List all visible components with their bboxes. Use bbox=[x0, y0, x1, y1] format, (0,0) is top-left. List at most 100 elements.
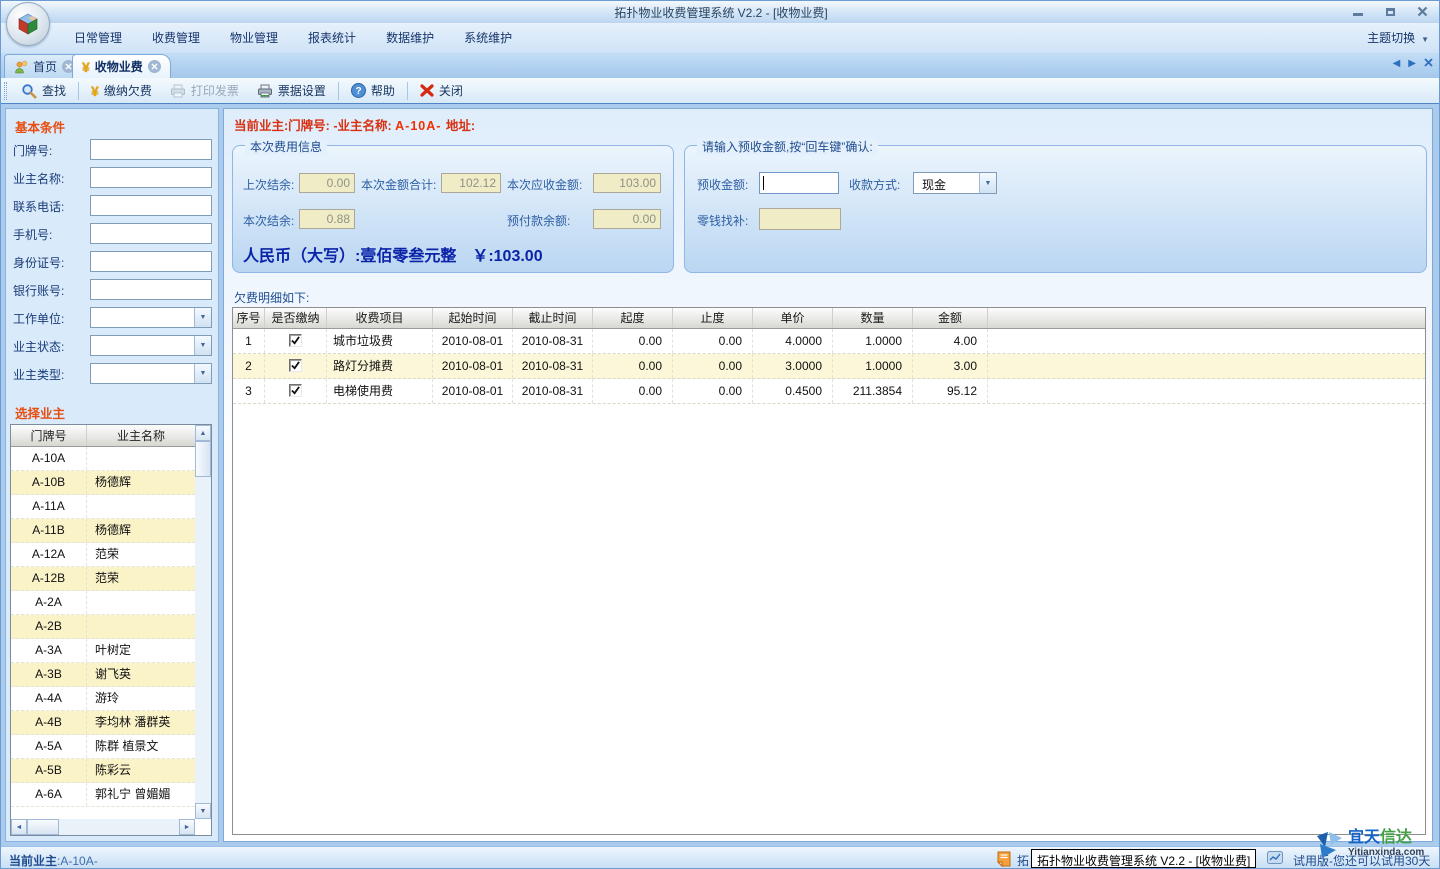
menu-item-0[interactable]: 日常管理 bbox=[59, 23, 137, 53]
owner-list-header-name[interactable]: 业主名称 bbox=[87, 425, 195, 446]
paid-checkbox[interactable] bbox=[289, 359, 302, 372]
menu-item-1[interactable]: 收费管理 bbox=[137, 23, 215, 53]
theme-switch-menu[interactable]: 主题切换▼ bbox=[1367, 23, 1429, 53]
id-number-field[interactable] bbox=[90, 251, 212, 272]
owner-house-number: A-6A bbox=[11, 783, 87, 806]
owner-house-number: A-2A bbox=[11, 591, 87, 614]
fee-column-header[interactable]: 数量 bbox=[833, 308, 913, 328]
menu-bar: 日常管理收费管理物业管理报表统计数据维护系统维护 主题切换▼ bbox=[1, 23, 1440, 53]
owner-row[interactable]: A-2B bbox=[11, 615, 195, 639]
owner-name: 游玲 bbox=[87, 687, 195, 710]
help-button[interactable]: ? 帮助 bbox=[342, 79, 404, 103]
statusbar-app-text: 拓 bbox=[1017, 852, 1029, 869]
prepaid-label: 预付款余额: bbox=[507, 212, 570, 229]
paid-checkbox[interactable] bbox=[289, 334, 302, 347]
owner-type-combo[interactable]: ▼ bbox=[90, 363, 212, 384]
tab-close-icon[interactable] bbox=[148, 60, 161, 73]
fee-column-header[interactable]: 起度 bbox=[593, 308, 673, 328]
fee-column-header[interactable]: 收费项目 bbox=[327, 308, 433, 328]
owner-house-number: A-12A bbox=[11, 543, 87, 566]
scroll-up-icon[interactable]: ▲ bbox=[195, 425, 211, 441]
fee-column-header[interactable]: 起始时间 bbox=[433, 308, 513, 328]
app-logo-icon[interactable] bbox=[6, 2, 50, 46]
printer-icon bbox=[170, 84, 186, 98]
menu-item-5[interactable]: 系统维护 bbox=[449, 23, 527, 53]
prepaid-value: 0.00 bbox=[593, 209, 661, 229]
owner-list-vscrollbar[interactable]: ▲ ▼ bbox=[195, 425, 211, 819]
owner-row[interactable]: A-12B范荣 bbox=[11, 567, 195, 591]
owner-row[interactable]: A-2A bbox=[11, 591, 195, 615]
bank-account-field[interactable] bbox=[90, 279, 212, 300]
maximize-button[interactable] bbox=[1379, 4, 1401, 19]
owner-status-combo[interactable]: ▼ bbox=[90, 335, 212, 356]
fee-column-header[interactable]: 是否缴纳 bbox=[265, 308, 327, 328]
fee-column-header[interactable]: 截止时间 bbox=[513, 308, 593, 328]
owner-type-combo-label: 业主类型: bbox=[13, 366, 64, 383]
fee-row[interactable]: 3电梯使用费2010-08-012010-08-310.000.000.4500… bbox=[233, 379, 1425, 404]
contact-phone-field[interactable] bbox=[90, 195, 212, 216]
scroll-right-icon[interactable]: ► bbox=[179, 819, 195, 835]
menu-item-3[interactable]: 报表统计 bbox=[293, 23, 371, 53]
paid-checkbox[interactable] bbox=[289, 384, 302, 397]
owner-row[interactable]: A-10B杨德辉 bbox=[11, 471, 195, 495]
work-unit-combo[interactable]: ▼ bbox=[90, 307, 212, 328]
hscroll-thumb[interactable] bbox=[27, 819, 59, 835]
find-button[interactable]: 查找 bbox=[12, 79, 75, 103]
menu-item-4[interactable]: 数据维护 bbox=[371, 23, 449, 53]
owner-name-field[interactable] bbox=[90, 167, 212, 188]
note-icon[interactable] bbox=[997, 851, 1011, 869]
minimize-button[interactable] bbox=[1347, 4, 1369, 19]
mobile-field[interactable] bbox=[90, 223, 212, 244]
owner-row[interactable]: A-5A陈群 植景文 bbox=[11, 735, 195, 759]
chevron-down-icon[interactable]: ▼ bbox=[979, 173, 996, 193]
close-window-button[interactable] bbox=[1411, 4, 1433, 19]
owner-row[interactable]: A-11B杨德辉 bbox=[11, 519, 195, 543]
close-tab-button[interactable]: 关闭 bbox=[411, 79, 472, 103]
fee-column-header[interactable]: 金额 bbox=[913, 308, 988, 328]
owner-row[interactable]: A-6A郭礼宁 曾媚媚 bbox=[11, 783, 195, 807]
chevron-down-icon[interactable]: ▼ bbox=[194, 364, 211, 383]
owner-list-hscrollbar[interactable]: ◄ ► bbox=[11, 819, 195, 835]
owner-row[interactable]: A-10A bbox=[11, 447, 195, 471]
fee-column-header[interactable]: 单价 bbox=[753, 308, 833, 328]
chevron-down-icon[interactable]: ▼ bbox=[194, 336, 211, 355]
watermark-cn-1: 宜天 bbox=[1348, 829, 1380, 846]
last-balance-value: 0.00 bbox=[299, 173, 355, 193]
owner-row[interactable]: A-5B陈彩云 bbox=[11, 759, 195, 783]
this-balance-label: 本次结余: bbox=[243, 212, 294, 229]
ticket-setup-button[interactable]: 票据设置 bbox=[248, 79, 335, 103]
fee-row[interactable]: 1城市垃圾费2010-08-012010-08-310.000.004.0000… bbox=[233, 329, 1425, 354]
pay-arrears-button[interactable]: ¥ 缴纳欠费 bbox=[82, 79, 161, 103]
owner-list-header-house[interactable]: 门牌号 bbox=[11, 425, 87, 446]
payment-method-combo[interactable]: 现金 ▼ bbox=[913, 172, 997, 194]
menu-item-2[interactable]: 物业管理 bbox=[215, 23, 293, 53]
tab-list-close-icon[interactable] bbox=[1424, 58, 1433, 70]
owner-row[interactable]: A-4A游玲 bbox=[11, 687, 195, 711]
chevron-down-icon[interactable]: ▼ bbox=[194, 308, 211, 327]
total-value: 102.12 bbox=[441, 173, 501, 193]
owner-row[interactable]: A-11A bbox=[11, 495, 195, 519]
fee-row[interactable]: 2路灯分摊费2010-08-012010-08-310.000.003.0000… bbox=[233, 354, 1425, 379]
scroll-down-icon[interactable]: ▼ bbox=[195, 803, 211, 819]
owner-row[interactable]: A-4B李均林 潘群英 bbox=[11, 711, 195, 735]
owner-row[interactable]: A-3A叶树定 bbox=[11, 639, 195, 663]
chart-icon[interactable] bbox=[1267, 851, 1283, 867]
owner-list: 门牌号 业主名称 A-10AA-10B杨德辉A-11AA-11B杨德辉A-12A… bbox=[10, 424, 212, 836]
tab-scroll-right-icon[interactable]: ▶ bbox=[1408, 58, 1416, 70]
prepay-amount-input[interactable] bbox=[759, 172, 839, 194]
window-title: 拓扑物业收费管理系统 V2.2 - [收物业费] bbox=[1, 4, 1440, 21]
tab-scroll-left-icon[interactable]: ◀ bbox=[1393, 58, 1401, 70]
fee-column-header[interactable]: 序号 bbox=[233, 308, 265, 328]
scroll-left-icon[interactable]: ◄ bbox=[11, 819, 27, 835]
vscroll-thumb[interactable] bbox=[195, 441, 211, 477]
owner-row[interactable]: A-12A范荣 bbox=[11, 543, 195, 567]
fee-column-header[interactable]: 止度 bbox=[673, 308, 753, 328]
owner-row[interactable]: A-3B谢飞英 bbox=[11, 663, 195, 687]
owner-name bbox=[87, 615, 195, 638]
title-bar: 拓扑物业收费管理系统 V2.2 - [收物业费] bbox=[1, 1, 1440, 23]
search-panel: 基本条件 门牌号:业主名称:联系电话:手机号:身份证号:银行账号:工作单位:▼业… bbox=[5, 108, 219, 842]
house-number-field[interactable] bbox=[90, 139, 212, 160]
select-owner-title: 选择业主 bbox=[15, 403, 65, 422]
mobile-field-label: 手机号: bbox=[13, 226, 52, 243]
tab-collect-fee[interactable]: ¥ 收物业费 bbox=[72, 54, 171, 78]
